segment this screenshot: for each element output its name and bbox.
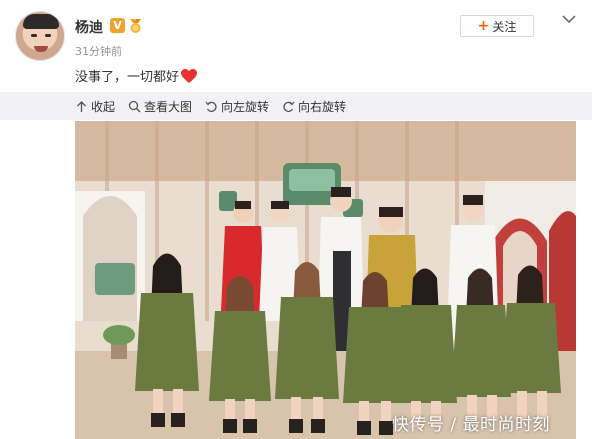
rotate-right-label: 向右旋转 [298, 99, 347, 114]
image-toolbar: 收起 查看大图 向左旋转 向右旋转 [0, 92, 592, 120]
user-avatar[interactable] [15, 11, 65, 61]
photo-watermark: 快传号 / 最时尚时刻 [392, 415, 551, 435]
rotate-left-button[interactable]: 向左旋转 [205, 98, 269, 115]
post-content: 没事了，一切都好 [75, 66, 198, 85]
chevron-down-icon[interactable] [561, 11, 577, 27]
follow-button[interactable]: + 关注 [460, 15, 534, 37]
rotate-right-icon [283, 101, 295, 112]
zoom-in-icon [128, 100, 141, 113]
post-time[interactable]: 31分钟前 [75, 43, 122, 59]
collapse-label: 收起 [91, 99, 116, 114]
avatar-eye-left [31, 34, 37, 37]
collapse-up-icon [77, 100, 86, 112]
verified-badge: V [110, 18, 125, 33]
post-text: 没事了，一切都好 [75, 70, 180, 85]
rotate-left-label: 向左旋转 [221, 99, 270, 114]
collapse-button[interactable]: 收起 [75, 98, 115, 115]
avatar-mouth [34, 46, 48, 52]
plus-icon: + [477, 18, 490, 34]
view-large-label: 查看大图 [144, 99, 193, 114]
view-large-button[interactable]: 查看大图 [128, 98, 192, 115]
rotate-left-icon [205, 101, 217, 112]
heart-icon [181, 68, 198, 83]
post-photo[interactable] [75, 121, 576, 439]
medal-badge-icon [130, 19, 141, 33]
rotate-right-button[interactable]: 向右旋转 [282, 98, 346, 115]
avatar-hair [23, 14, 59, 29]
avatar-eye-right [45, 34, 51, 37]
follow-label: 关注 [492, 19, 517, 34]
user-name[interactable]: 杨迪 [75, 17, 103, 37]
